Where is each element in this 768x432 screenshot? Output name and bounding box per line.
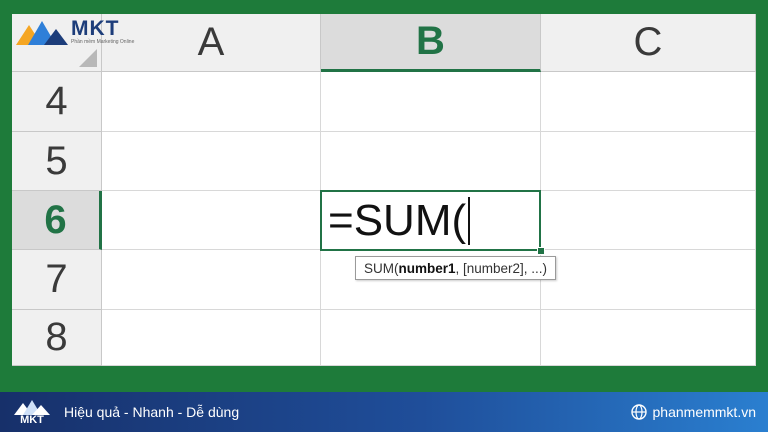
row-header-7[interactable]: 7 bbox=[12, 250, 102, 310]
function-argument-tooltip[interactable]: SUM(number1, [number2], ...) bbox=[355, 256, 557, 280]
tooltip-remaining-arguments: , [number2], ...) bbox=[455, 260, 548, 276]
mkt-logo: MKT Phần mềm Marketing Online bbox=[16, 18, 134, 45]
logo-subtext: Phần mềm Marketing Online bbox=[71, 39, 135, 45]
footer-website[interactable]: phanmemmkt.vn bbox=[630, 392, 756, 432]
footer-banner: MKT Hiệu quả - Nhanh - Dễ dùng phanmemmk… bbox=[0, 392, 768, 432]
row-header-8[interactable]: 8 bbox=[12, 310, 102, 366]
tooltip-current-argument: number1 bbox=[398, 260, 456, 276]
column-header-a[interactable]: A bbox=[102, 14, 321, 72]
cell-b4[interactable] bbox=[321, 72, 541, 132]
globe-icon bbox=[630, 404, 647, 420]
cell-a5[interactable] bbox=[102, 132, 321, 191]
footer-logo: MKT bbox=[14, 399, 50, 426]
cell-a8[interactable] bbox=[102, 310, 321, 366]
footer-mountains-icon bbox=[14, 399, 50, 415]
tooltip-function-name: SUM( bbox=[364, 260, 399, 276]
footer-slogan: Hiệu quả - Nhanh - Dễ dùng bbox=[64, 404, 240, 420]
cell-c5[interactable] bbox=[541, 132, 756, 191]
active-cell-b6[interactable]: =SUM( bbox=[320, 190, 541, 251]
text-cursor bbox=[468, 196, 471, 245]
column-header-c[interactable]: C bbox=[541, 14, 756, 72]
cell-b5[interactable] bbox=[321, 132, 541, 191]
cell-a6[interactable] bbox=[102, 191, 321, 250]
select-all-triangle-icon bbox=[79, 49, 97, 67]
cell-c4[interactable] bbox=[541, 72, 756, 132]
cell-c7[interactable] bbox=[541, 250, 756, 310]
mkt-mountains-icon bbox=[16, 20, 68, 45]
row-header-6[interactable]: 6 bbox=[12, 191, 102, 250]
logo-text: MKT bbox=[71, 17, 120, 40]
column-header-b[interactable]: B bbox=[321, 14, 541, 72]
row-header-5[interactable]: 5 bbox=[12, 132, 102, 191]
row-header-4[interactable]: 4 bbox=[12, 72, 102, 132]
cell-c6[interactable] bbox=[541, 191, 756, 250]
website-url: phanmemmkt.vn bbox=[652, 404, 756, 420]
cell-b8[interactable] bbox=[321, 310, 541, 366]
footer-logo-text: MKT bbox=[20, 413, 44, 426]
cell-c8[interactable] bbox=[541, 310, 756, 366]
cell-a4[interactable] bbox=[102, 72, 321, 132]
cell-formula-text: =SUM( bbox=[328, 195, 467, 245]
fill-handle[interactable] bbox=[537, 247, 545, 255]
cell-a7[interactable] bbox=[102, 250, 321, 310]
spreadsheet: A B C 4 5 6 7 8 =SUM( SUM(number1, [numb… bbox=[12, 14, 756, 366]
